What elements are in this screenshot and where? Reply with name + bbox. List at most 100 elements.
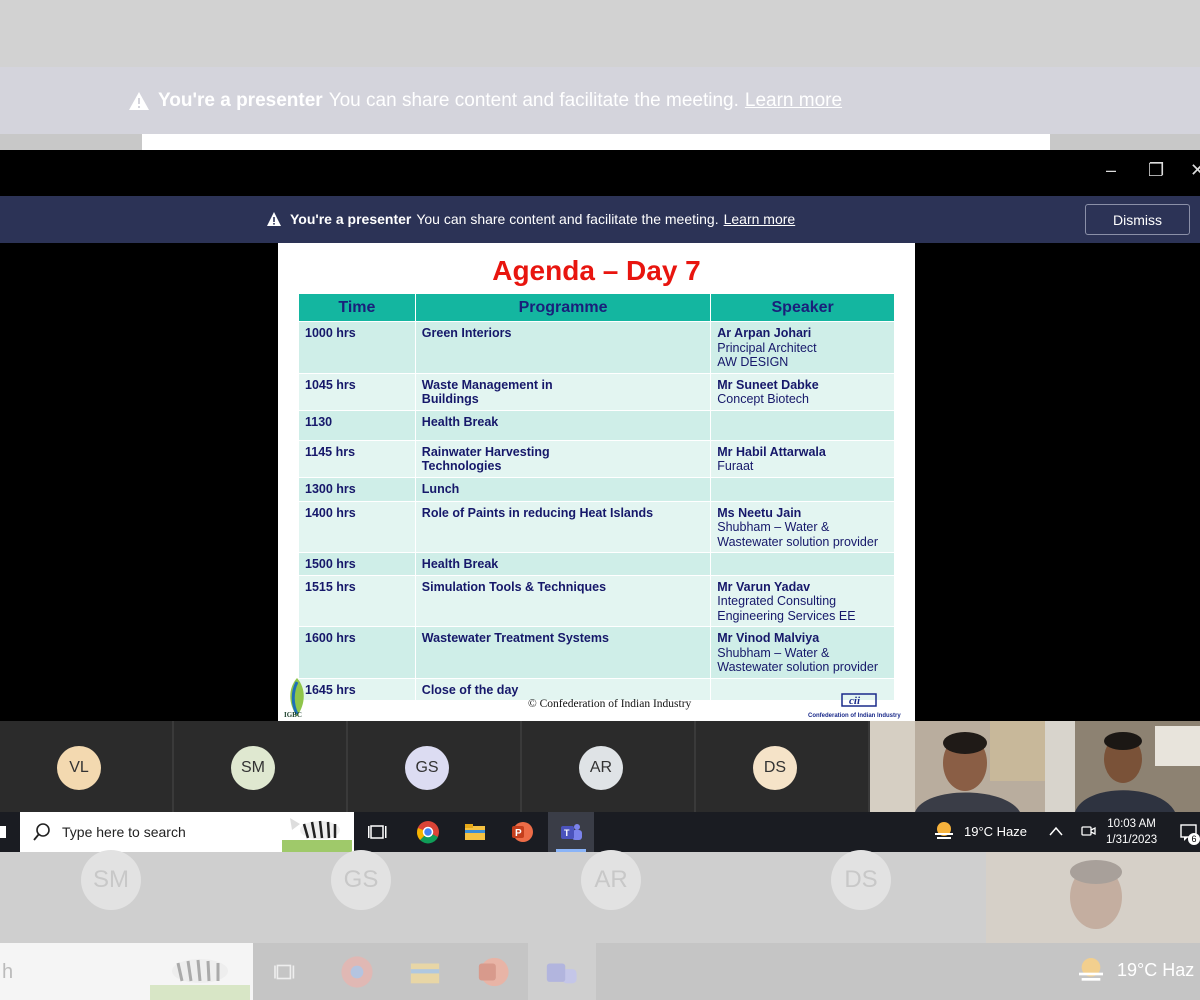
restore-button[interactable]: ❐ [1148,160,1164,181]
speaker-name: Mr Vinod Malviya [717,631,820,645]
participant-avatar: SM [231,746,275,790]
participant-avatar: GS [405,746,449,790]
ghost-avatar: GS [331,850,391,910]
minimize-button[interactable]: – [1106,160,1116,181]
cii-logo: cii [841,693,877,707]
agenda-row: 1000 hrs Green Interiors Ar Arpan Johari Pr… [298,321,895,374]
close-button[interactable]: ✕ [1190,160,1200,181]
participant-avatar: VL [57,746,101,790]
ghost-learn-more-link: Learn more [744,89,843,111]
windows-taskbar: Type here to search P T 19°C Haze 10:03 … [0,812,1200,852]
clock-time: 10:03 AM [1107,818,1156,830]
ghost-task-view-icon [274,964,295,980]
speaker-org: Integrated Consulting Engineering Servic… [717,594,856,623]
agenda-programme: Wastewater Treatment Systems [414,626,712,679]
ghost-taskbar: h 19°C Haz [0,943,1200,1000]
agenda-programme: Health Break [414,552,712,576]
agenda-programme: Simulation Tools & Techniques [414,574,712,627]
agenda-speaker [710,409,895,441]
task-view-icon[interactable] [366,820,390,844]
participant-tile[interactable]: DS [696,721,868,812]
agenda-speaker: Mr Varun Yadav Integrated Consulting Engi… [710,574,895,627]
agenda-body: 1000 hrs Green Interiors Ar Arpan Johari Pr… [298,321,895,701]
ghost-video-feed [1070,860,1122,929]
agenda-time: 1000 hrs [298,321,416,374]
presenter-message: You're a presenter You can share content… [266,211,795,227]
ghost-chrome-icon [341,956,373,988]
meet-now-icon[interactable] [1080,823,1096,839]
agenda-programme: Role of Paints in reducing Heat Islands [414,500,712,553]
participant-tile[interactable]: AR [522,721,694,812]
warning-icon [129,91,149,110]
agenda-speaker: Ar Arpan Johari Principal Architect AW DE… [710,321,895,374]
agenda-time: 1645 hrs [298,677,416,701]
speaker-org: Concept Biotech [717,392,809,406]
agenda-time: 1300 hrs [298,476,416,502]
igbc-text: IGBC [284,711,302,719]
weather-text: 19°C Haze [964,823,1028,839]
zebra-icon [282,818,352,852]
participant-video-1[interactable] [870,721,1045,812]
presenter-text: You can share content and facilitate the… [416,211,719,227]
ghost-presenter-banner: You're a presenter You can share content… [0,67,1200,134]
learn-more-link[interactable]: Learn more [724,211,796,227]
agenda-row: 1045 hrs Waste Management in Buildings Mr … [298,372,895,411]
file-explorer-icon[interactable] [463,820,487,844]
agenda-row: 1145 hrs Rainwater Harvesting Technologie… [298,439,895,478]
ghost-teams-icon [546,963,577,984]
ghost-avatar: AR [581,850,641,910]
participant-tile[interactable]: SM [174,721,346,812]
speaker-org: Shubham – Water & Wastewater solution pr… [717,520,878,549]
window-titlebar: – ❐ ✕ [0,150,1200,196]
start-button[interactable] [0,826,6,838]
participant-tile[interactable]: VL [0,721,172,812]
dismiss-button[interactable]: Dismiss [1085,204,1190,235]
participant-tile[interactable]: GS [348,721,520,812]
clock-date: 1/31/2023 [1106,834,1158,846]
agenda-speaker [710,476,895,502]
agenda-time: 1130 [298,409,416,441]
ghost-banner-text: You can share content and facilitate the… [328,89,739,111]
participant-strip: VL SM GS AR DS [0,721,870,812]
teams-active-tab[interactable]: T [548,812,594,852]
ghost-search-char: h [2,961,14,983]
agenda-row: 1130 Health Break [298,409,895,441]
ghost-file-explorer-icon [410,963,440,984]
agenda-time: 1145 hrs [298,439,416,478]
agenda-time: 1515 hrs [298,574,416,627]
presenter-banner: You're a presenter You can share content… [0,196,1200,243]
speaker-name: Mr Suneet Dabke [717,377,819,392]
agenda-row: 1500 hrs Health Break [298,552,895,576]
agenda-row: 1515 hrs Simulation Tools & Techniques Mr … [298,574,895,627]
notification-badge: 6 [1188,833,1200,845]
system-clock[interactable]: 10:03 AM 1/31/2023 [1106,816,1157,848]
svg-text:cii: cii [849,695,861,707]
search-box[interactable]: Type here to search [20,812,354,852]
speaker-org: Principal Architect AW DESIGN [717,340,817,370]
participant-video-2[interactable] [1045,721,1200,812]
svg-text:T: T [564,828,570,838]
ghost-avatar: DS [831,850,891,910]
participant-avatar: AR [579,746,623,790]
agenda-programme: Rainwater Harvesting Technologies [414,439,712,478]
search-icon [33,823,50,841]
chrome-icon[interactable] [416,820,440,844]
cii-text: Confederation of Indian Industry [808,713,901,719]
powerpoint-icon[interactable]: P [510,820,534,844]
agenda-time: 1500 hrs [298,552,416,576]
participant-avatar: DS [753,746,797,790]
ghost-banner-bold: You're a presenter [158,89,323,111]
agenda-row: 1400 hrs Role of Paints in reducing Heat … [298,500,895,553]
agenda-speaker: Mr Suneet Dabke Concept Biotech [710,372,895,411]
weather-widget[interactable]: 19°C Haze [932,820,1027,842]
header-time: Time [298,293,416,322]
chevron-up-icon[interactable] [1049,826,1063,836]
agenda-programme: Lunch [414,476,712,502]
ghost-powerpoint-icon [478,957,509,987]
background-window [0,0,1200,67]
speaker-org: Furaat [717,459,754,473]
slide-title: Agenda – Day 7 [492,255,701,286]
speaker-name: Ar Arpan Johari [717,326,812,340]
slide-copyright: © Confederation of Indian Industry [528,698,692,710]
agenda-speaker: Mr Habil Attarwala Furaat [710,439,895,478]
